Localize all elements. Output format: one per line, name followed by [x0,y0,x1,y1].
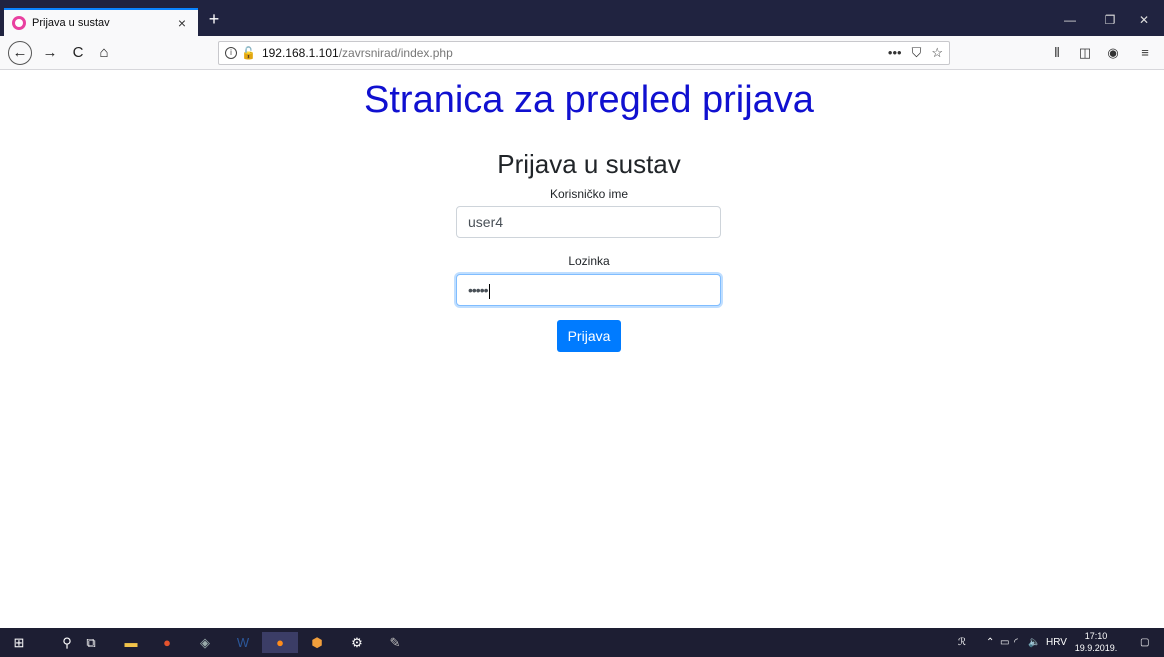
search-icon[interactable]: ⚲ [56,632,78,653]
password-label: Lozinka [568,254,610,268]
library-icon[interactable]: ⫴ [1046,41,1068,65]
window-close-button[interactable]: ✕ [1124,8,1164,32]
minimize-button[interactable]: — [1050,8,1090,32]
address-bar[interactable]: i 🔓 192.168.1.101 /zavrsnirad/index.php … [218,41,950,65]
clock-time: 17:10 [1084,631,1108,641]
username-label: Korisničko ime [549,187,629,201]
username-value: user4 [468,214,504,230]
wifi-icon[interactable]: ◜ [1014,628,1018,657]
app2-icon[interactable]: ⬢ [306,632,328,653]
battery-icon[interactable]: ▭ [1000,628,1009,657]
form-title: Prijava u sustav [497,149,681,179]
tab-active[interactable]: Prijava u sustav × [4,8,198,36]
tab-close-button[interactable]: × [174,15,190,31]
username-input[interactable]: user4 [456,206,721,238]
paint-icon[interactable]: ✎ [384,632,406,653]
back-button[interactable]: ← [8,41,32,65]
insecure-lock-icon[interactable]: 🔓 [241,46,256,60]
info-icon[interactable]: i [225,47,237,59]
page-heading: Stranica za pregled prijava [364,79,814,121]
firefox-icon[interactable]: ● [262,632,298,653]
tab-strip: Prijava u sustav × + — ❐ ✕ [0,0,1164,36]
password-value: ••••• [468,282,488,298]
favicon-icon [12,16,26,30]
notifications-icon[interactable]: ▢ [1140,628,1149,657]
tray-chevron-icon[interactable]: ⌃ [986,628,994,657]
task-view-icon[interactable]: ⧉ [80,632,102,653]
browser-window: Prijava u sustav × + — ❐ ✕ ← → C ⌂ i 🔓 1… [0,0,1164,657]
file-explorer-icon[interactable]: ▬ [120,632,142,653]
password-input[interactable]: ••••• [456,274,721,306]
tab-title: Prijava u sustav [32,17,110,29]
url-path: /zavrsnirad/index.php [338,46,453,60]
language-indicator[interactable]: HRV [1046,628,1067,657]
navigation-bar: ← → C ⌂ i 🔓 192.168.1.101 /zavrsnirad/in… [0,36,1164,70]
system-clock[interactable]: 17:10 19.9.2019. [1074,630,1118,654]
windows-taskbar: ⊞ ⚲ ⧉ ▬ ● ◈ W ● ⬢ ⚙ ✎ ℛ ⌃ ▭ ◜ 🔈 HRV 17:1… [0,628,1164,657]
app-icon[interactable]: ◈ [194,632,216,653]
text-caret [488,283,490,299]
bookmark-star-icon[interactable]: ☆ [931,45,943,61]
word-icon[interactable]: W [232,632,254,653]
windows-start-icon[interactable]: ⊞ [8,632,30,653]
new-tab-button[interactable]: + [204,8,224,30]
settings-gear-icon[interactable]: ⚙ [346,632,368,653]
forward-button[interactable]: → [38,41,62,65]
page-content: Stranica za pregled prijava Prijava u su… [0,71,1164,628]
people-icon[interactable]: ℛ [958,628,966,657]
login-button[interactable]: Prijava [557,320,621,352]
home-button[interactable]: ⌂ [92,41,116,65]
account-icon[interactable]: ◉ [1102,41,1124,65]
reload-button[interactable]: C [66,41,90,65]
url-host: 192.168.1.101 [261,46,339,60]
sidebar-icon[interactable]: ◫ [1074,41,1096,65]
menu-icon[interactable]: ≡ [1134,41,1156,65]
chrome-icon[interactable]: ● [156,632,178,653]
pocket-icon[interactable]: ⛉ [912,45,922,61]
clock-date: 19.9.2019. [1074,643,1118,653]
page-actions-icon[interactable]: ••• [888,45,902,61]
volume-icon[interactable]: 🔈 [1028,628,1040,657]
